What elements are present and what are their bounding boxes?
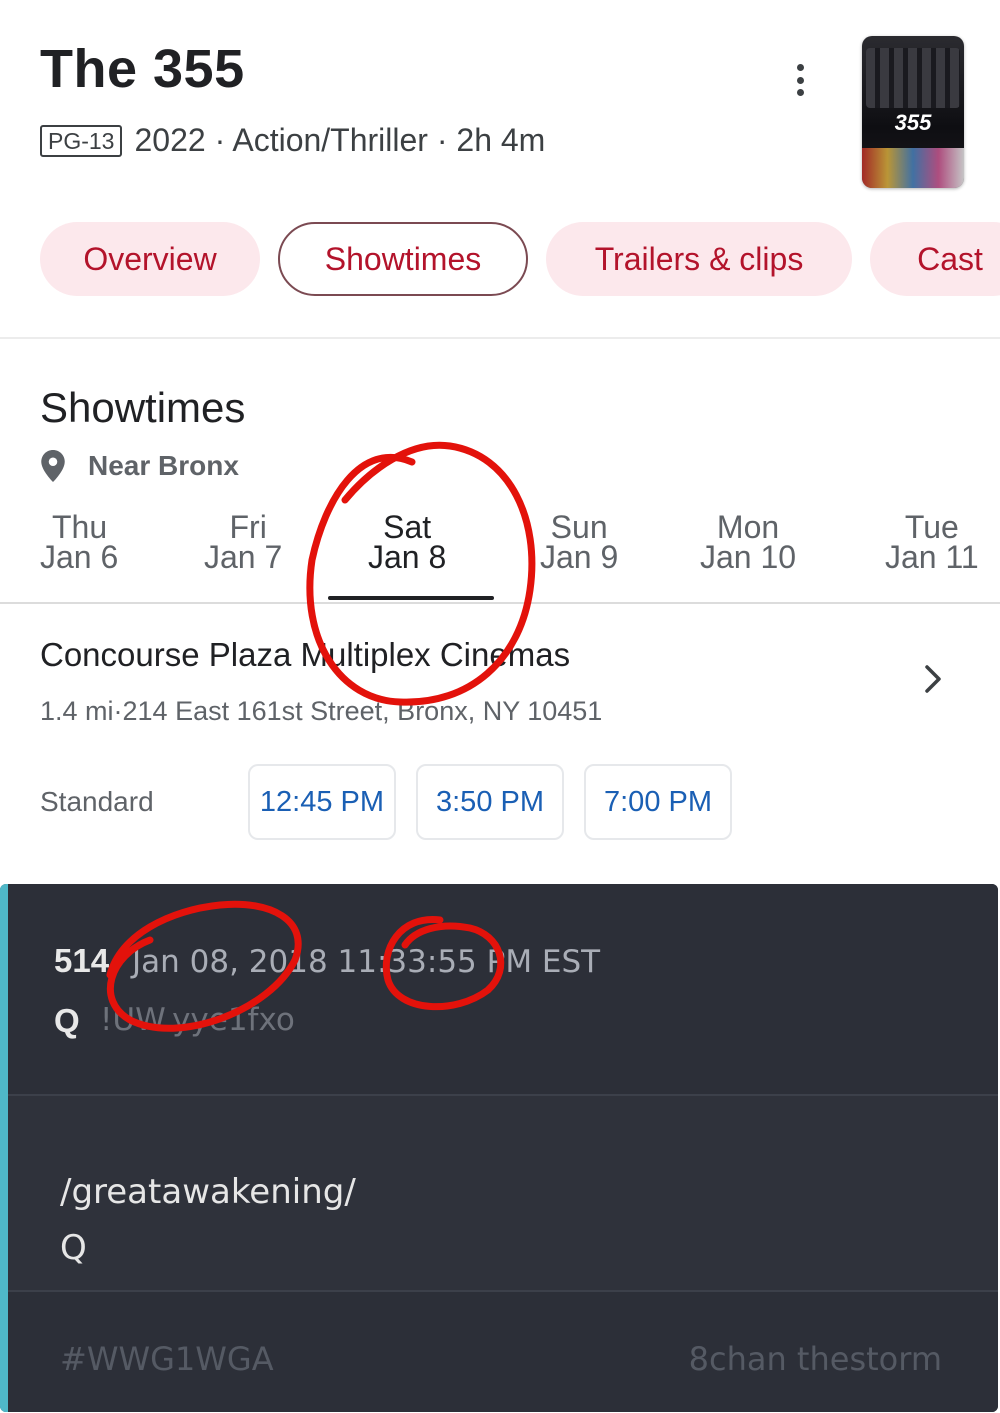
day-name: Mon [716,509,780,545]
format-label: Standard [40,786,154,817]
day-mon[interactable]: Mon Jan 10 [700,509,797,575]
movie-panel: The 355 PG-13 2022 · Action/Thriller · 2… [0,0,1000,884]
post-body: /greatawakening/ Q [8,1094,998,1290]
post-author: Q [54,1002,80,1039]
tab-overview[interactable]: Overview [40,222,260,296]
showtimes-heading: Showtimes [40,384,246,431]
day-fri[interactable]: Fri Jan 7 [204,509,283,575]
tab-trailers-clips[interactable]: Trailers & clips [546,222,852,296]
source-label: 8chan thestorm [688,1340,942,1378]
day-name: Fri [229,509,267,545]
day-name: Tue [904,509,959,545]
location-row[interactable]: Near Bronx [40,450,239,482]
theater-name[interactable]: Concourse Plaza Multiplex Cinemas [40,636,570,674]
post-tripcode: !UW.yye1fxo [100,1002,295,1038]
theater-address: 1.4 mi·214 East 161st Street, Bronx, NY … [40,696,603,726]
post-signature: Q [60,1228,87,1268]
day-tue[interactable]: Tue Jan 11 [885,509,979,575]
location-pin-icon [41,450,65,482]
post-board: /greatawakening/ [60,1172,356,1212]
divider [0,602,1000,604]
tab-cast[interactable]: Cast [870,222,1000,296]
day-date: Jan 9 [540,539,619,575]
location-label: Near Bronx [88,450,239,481]
q-post-card: 514 Jan 08, 2018 11:33:55 PM EST Q !UW.y… [0,884,998,1412]
selected-day-indicator [328,596,494,600]
day-date: Jan 7 [204,539,283,575]
movie-meta: PG-13 2022 · Action/Thriller · 2h 4m [40,122,545,159]
accent-bar [0,884,8,1412]
day-name: Thu [52,509,108,545]
poster-title: 355 [894,110,932,135]
showtime-button[interactable]: 3:50 PM [416,764,564,840]
showtime-button[interactable]: 12:45 PM [248,764,396,840]
post-number: 514 [54,942,110,979]
divider [0,337,1000,339]
rating-badge: PG-13 [40,124,123,157]
day-date: Jan 11 [885,539,979,575]
tab-showtimes[interactable]: Showtimes [278,222,528,296]
movie-title: The 355 [40,39,245,99]
chevron-right-icon[interactable] [918,662,948,696]
day-sat[interactable]: Sat Jan 8 [368,509,447,575]
day-name: Sun [550,509,608,545]
hashtag: #WWG1WGA [60,1340,274,1378]
day-selector: Thu Jan 6 Fri Jan 7 Sat Jan 8 Sun Jan 9 … [0,509,1000,604]
day-date: Jan 10 [700,539,797,575]
day-date: Jan 6 [40,539,119,575]
post-footer: #WWG1WGA 8chan thestorm [8,1290,998,1412]
post-datetime: Jan 08, 2018 11:33:55 PM EST [132,944,601,980]
day-thu[interactable]: Thu Jan 6 [40,509,119,575]
day-name: Sat [383,509,432,545]
movie-info: 2022 · Action/Thriller · 2h 4m [134,122,546,158]
movie-poster[interactable]: 355 [862,36,964,188]
more-options-icon[interactable] [785,60,815,100]
showtime-button[interactable]: 7:00 PM [584,764,732,840]
post-header: 514 Jan 08, 2018 11:33:55 PM EST Q !UW.y… [8,884,998,1094]
day-sun[interactable]: Sun Jan 9 [540,509,619,575]
day-date: Jan 8 [368,539,447,575]
tab-bar: Overview Showtimes Trailers & clips Cast [40,222,1000,296]
